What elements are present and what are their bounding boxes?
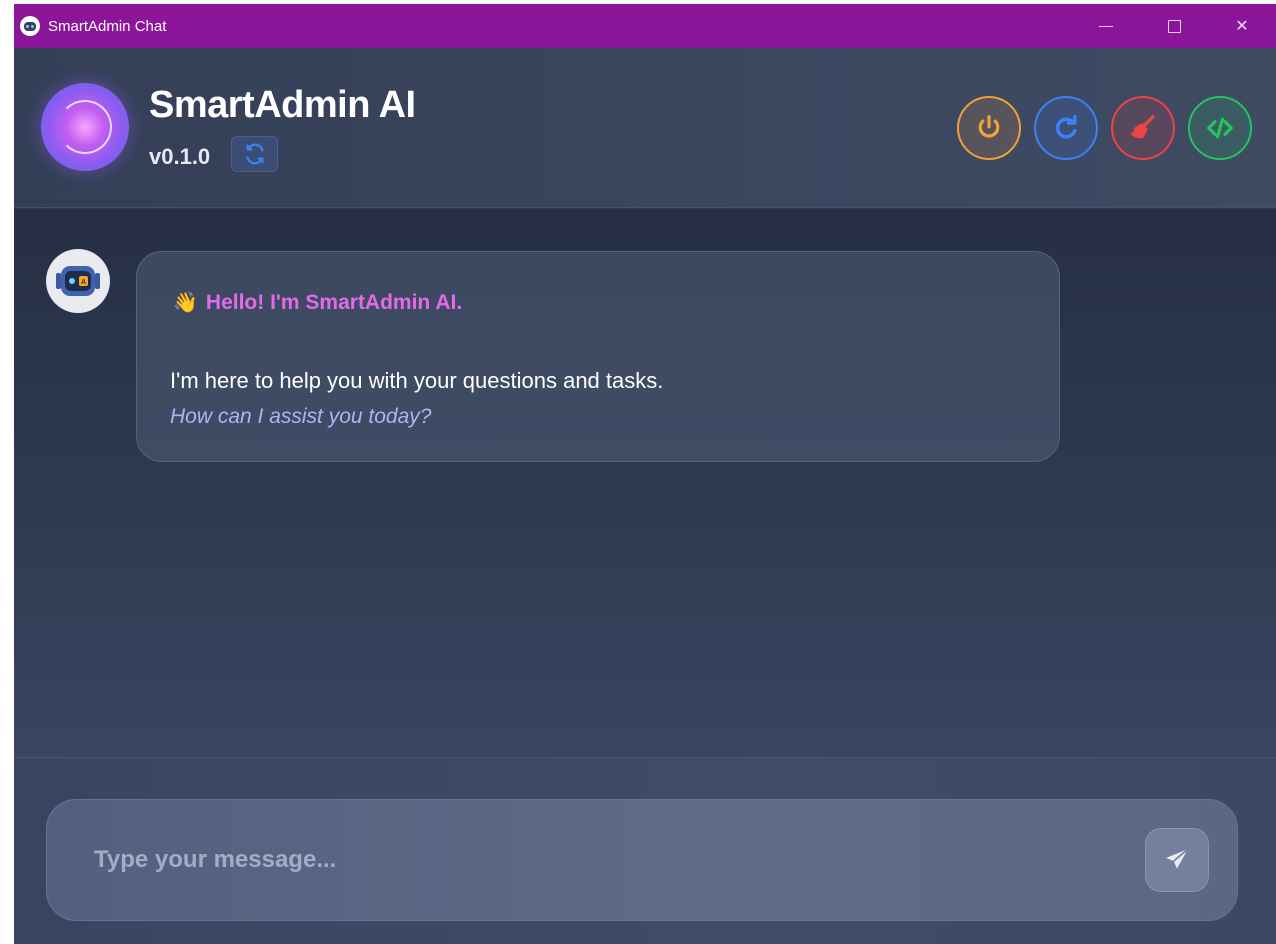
message-input-container bbox=[46, 799, 1238, 921]
bot-message-bubble: 👋 Hello! I'm SmartAdmin AI. I'm here to … bbox=[136, 251, 1060, 462]
check-update-button[interactable] bbox=[231, 136, 278, 172]
app-logo-icon bbox=[20, 16, 40, 36]
reload-button[interactable] bbox=[1034, 96, 1098, 160]
app-header: SmartAdmin AI v0.1.0 bbox=[14, 48, 1276, 208]
minimize-button[interactable] bbox=[1072, 4, 1140, 48]
title-bar: SmartAdmin Chat ✕ bbox=[14, 4, 1276, 48]
refresh-icon bbox=[1055, 115, 1077, 139]
broom-icon bbox=[1130, 115, 1155, 139]
maximize-button[interactable] bbox=[1140, 4, 1208, 48]
code-button[interactable] bbox=[1188, 96, 1252, 160]
power-button[interactable] bbox=[957, 96, 1021, 160]
window-controls: ✕ bbox=[1072, 4, 1276, 48]
svg-text:A: A bbox=[81, 279, 86, 286]
chat-area[interactable]: A 👋 Hello! I'm SmartAdmin AI. I'm here t… bbox=[14, 209, 1276, 757]
send-icon bbox=[1166, 848, 1189, 869]
message-text: I'm here to help you with your questions… bbox=[170, 368, 664, 393]
sync-icon bbox=[245, 143, 264, 165]
window-title: SmartAdmin Chat bbox=[48, 17, 167, 35]
bot-avatar: A bbox=[46, 249, 110, 313]
app-window: SmartAdmin Chat ✕ SmartAdmin AI v0.1.0 A… bbox=[14, 4, 1276, 944]
greeting-line: 👋 Hello! I'm SmartAdmin AI. bbox=[173, 290, 462, 315]
minimize-icon bbox=[1099, 25, 1113, 27]
code-icon bbox=[1207, 117, 1233, 139]
send-button[interactable] bbox=[1145, 828, 1209, 892]
wave-icon: 👋 bbox=[173, 292, 198, 314]
brand-logo-icon bbox=[41, 83, 129, 171]
greeting-text: Hello! I'm SmartAdmin AI. bbox=[205, 290, 463, 314]
header-actions bbox=[957, 96, 1252, 160]
close-icon: ✕ bbox=[1235, 18, 1249, 35]
maximize-icon bbox=[1167, 19, 1181, 33]
message-question: How can I assist you today? bbox=[170, 405, 432, 428]
close-button[interactable]: ✕ bbox=[1208, 4, 1276, 48]
clear-chat-button[interactable] bbox=[1111, 96, 1175, 160]
version-label: v0.1.0 bbox=[149, 144, 211, 169]
robot-icon: A bbox=[56, 266, 100, 296]
message-input[interactable] bbox=[94, 840, 1094, 880]
message-composer bbox=[14, 757, 1276, 944]
power-icon bbox=[978, 115, 1000, 138]
page-title: SmartAdmin AI bbox=[149, 84, 416, 126]
